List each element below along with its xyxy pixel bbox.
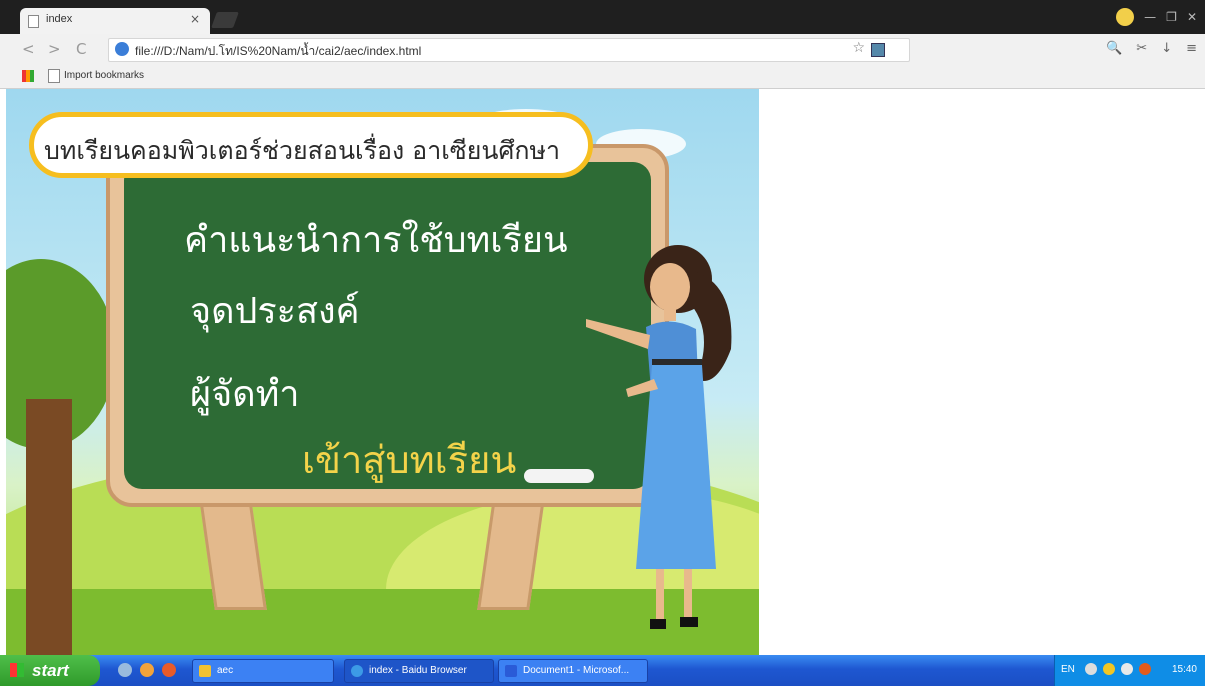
system-tray: EN 15:40 bbox=[1054, 655, 1205, 686]
address-bar[interactable]: file:///D:/Nam/ป.โท/IS%20Nam/น้ำ/cai2/ae… bbox=[108, 38, 910, 62]
menu-instructions[interactable]: คำแนะนำการใช้บทเรียน bbox=[184, 211, 568, 268]
menu-objectives[interactable]: จุดประสงค์ bbox=[190, 282, 360, 339]
start-button[interactable]: start bbox=[0, 655, 100, 686]
windows-taskbar: start aec index - Baidu Browser Document… bbox=[0, 655, 1205, 686]
extension-icon[interactable] bbox=[871, 43, 885, 57]
browser-icon bbox=[351, 665, 363, 677]
user-avatar[interactable] bbox=[1116, 8, 1135, 26]
word-icon bbox=[505, 665, 517, 677]
tab-title: index bbox=[46, 13, 73, 25]
browser-toolbar: < > C file:///D:/Nam/ป.โท/IS%20Nam/น้ำ/c… bbox=[0, 34, 1205, 65]
enter-lesson-button[interactable]: เข้าสู่บทเรียน bbox=[302, 429, 516, 490]
lesson-scene: คำแนะนำการใช้บทเรียน จุดประสงค์ ผู้จัดทำ… bbox=[6, 89, 759, 655]
browser-tools: 🔍 ✂ ↓ ≡ bbox=[1106, 41, 1197, 56]
taskbar-item-document[interactable]: Document1 - Microsof... bbox=[498, 659, 648, 683]
close-tab-icon[interactable]: × bbox=[190, 12, 200, 26]
start-label: start bbox=[32, 661, 69, 680]
menu-author[interactable]: ผู้จัดทำ bbox=[190, 365, 300, 422]
forward-button[interactable]: > bbox=[48, 40, 61, 58]
tree-trunk bbox=[26, 399, 72, 655]
page-info-icon[interactable] bbox=[115, 42, 129, 56]
quick-launch bbox=[118, 663, 176, 677]
taskbar-item-aec[interactable]: aec bbox=[192, 659, 334, 683]
address-url: file:///D:/Nam/ป.โท/IS%20Nam/น้ำ/cai2/ae… bbox=[135, 44, 422, 58]
windows-logo-icon bbox=[10, 663, 24, 677]
quick-launch-icon[interactable] bbox=[118, 663, 132, 677]
lesson-title: บทเรียนคอมพิวเตอร์ช่วยสอนเรื่อง อาเซียนศ… bbox=[44, 136, 561, 165]
bookmark-page-icon bbox=[48, 69, 60, 83]
close-window-icon[interactable]: ✕ bbox=[1187, 10, 1197, 24]
lesson-title-banner: บทเรียนคอมพิวเตอร์ช่วยสอนเรื่อง อาเซียนศ… bbox=[29, 112, 593, 178]
search-icon[interactable]: 🔍 bbox=[1106, 41, 1122, 56]
quick-launch-icon[interactable] bbox=[140, 663, 154, 677]
new-tab-button[interactable] bbox=[211, 12, 239, 28]
download-icon[interactable]: ↓ bbox=[1161, 41, 1172, 56]
bookmarks-bar: Import bookmarks bbox=[0, 64, 1205, 89]
browser-titlebar: index × — ❐ ✕ bbox=[0, 0, 1205, 34]
language-indicator[interactable]: EN bbox=[1061, 664, 1075, 675]
page-viewport: คำแนะนำการใช้บทเรียน จุดประสงค์ ผู้จัดทำ… bbox=[0, 89, 1205, 655]
back-button[interactable]: < bbox=[22, 40, 35, 58]
teacher-illustration bbox=[586, 245, 732, 629]
import-bookmarks-link[interactable]: Import bookmarks bbox=[64, 70, 144, 81]
page-icon bbox=[28, 15, 39, 28]
browser-tab[interactable]: index × bbox=[20, 8, 210, 34]
screenshot-icon[interactable]: ✂ bbox=[1136, 41, 1147, 56]
tray-icon[interactable] bbox=[1103, 663, 1115, 675]
taskbar-item-browser[interactable]: index - Baidu Browser bbox=[344, 659, 494, 683]
folder-icon bbox=[199, 665, 211, 677]
volume-icon[interactable] bbox=[1121, 663, 1133, 675]
reload-button[interactable]: C bbox=[76, 40, 86, 58]
apps-icon[interactable] bbox=[22, 70, 34, 82]
clock: 15:40 bbox=[1171, 664, 1197, 675]
alert-icon[interactable] bbox=[1139, 663, 1151, 675]
quick-launch-icon[interactable] bbox=[162, 663, 176, 677]
window-controls: — ❐ ✕ bbox=[1116, 8, 1197, 26]
tray-icon[interactable] bbox=[1085, 663, 1097, 675]
menu-icon[interactable]: ≡ bbox=[1186, 41, 1197, 56]
restore-icon[interactable]: ❐ bbox=[1166, 10, 1177, 24]
bookmark-star-icon[interactable]: ☆ bbox=[852, 40, 865, 56]
minimize-icon[interactable]: — bbox=[1144, 10, 1156, 24]
